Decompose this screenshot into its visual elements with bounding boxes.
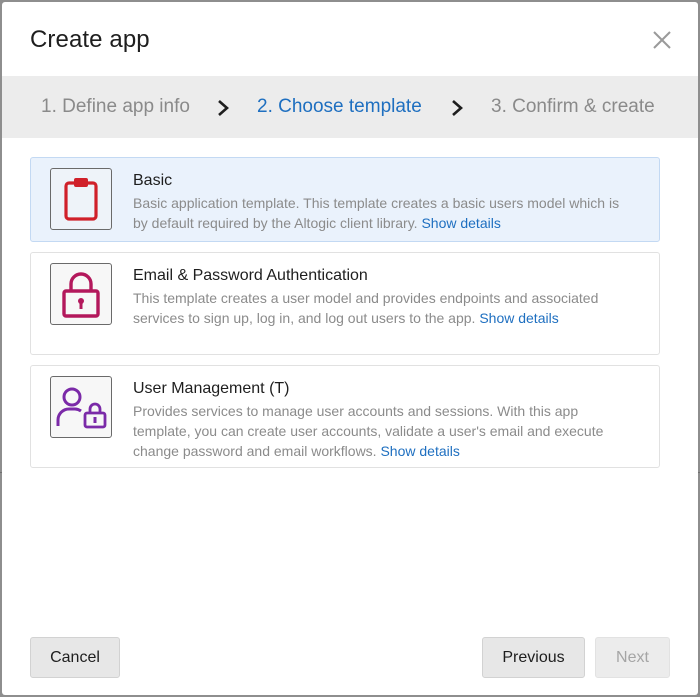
show-details-link[interactable]: Show details: [380, 443, 459, 459]
show-details-link[interactable]: Show details: [479, 310, 558, 326]
template-list: Basic Basic application template. This t…: [30, 157, 660, 478]
clipboard-icon: [50, 168, 112, 230]
user-lock-icon: [50, 376, 112, 438]
step-define-app-info[interactable]: 1. Define app info: [41, 96, 190, 118]
template-title: Basic: [133, 172, 173, 189]
chevron-right-icon: [218, 100, 229, 116]
template-title: User Management (T): [133, 380, 290, 397]
dialog-header: Create app: [2, 2, 698, 76]
padlock-icon: [50, 263, 112, 325]
create-app-dialog: Create app 1. Define app info 2. Choose …: [2, 2, 698, 695]
step-confirm-create[interactable]: 3. Confirm & create: [491, 96, 655, 118]
template-description: Provides services to manage user account…: [133, 403, 604, 459]
template-card-email-password[interactable]: Email & Password Authentication This tem…: [30, 252, 660, 355]
show-details-link[interactable]: Show details: [421, 215, 500, 231]
template-card-user-management[interactable]: User Management (T) Provides services to…: [30, 365, 660, 468]
next-button[interactable]: Next: [595, 637, 670, 678]
template-card-basic[interactable]: Basic Basic application template. This t…: [30, 157, 660, 242]
template-description: Basic application template. This templat…: [133, 195, 620, 231]
template-title: Email & Password Authentication: [133, 267, 368, 284]
template-description: This template creates a user model and p…: [133, 290, 599, 326]
close-icon[interactable]: [650, 28, 674, 52]
chevron-right-icon: [452, 100, 463, 116]
previous-button[interactable]: Previous: [482, 637, 585, 678]
dialog-title: Create app: [30, 26, 150, 53]
wizard-stepper: 1. Define app info 2. Choose template 3.…: [2, 76, 698, 138]
step-choose-template[interactable]: 2. Choose template: [257, 96, 422, 118]
cancel-button[interactable]: Cancel: [30, 637, 120, 678]
